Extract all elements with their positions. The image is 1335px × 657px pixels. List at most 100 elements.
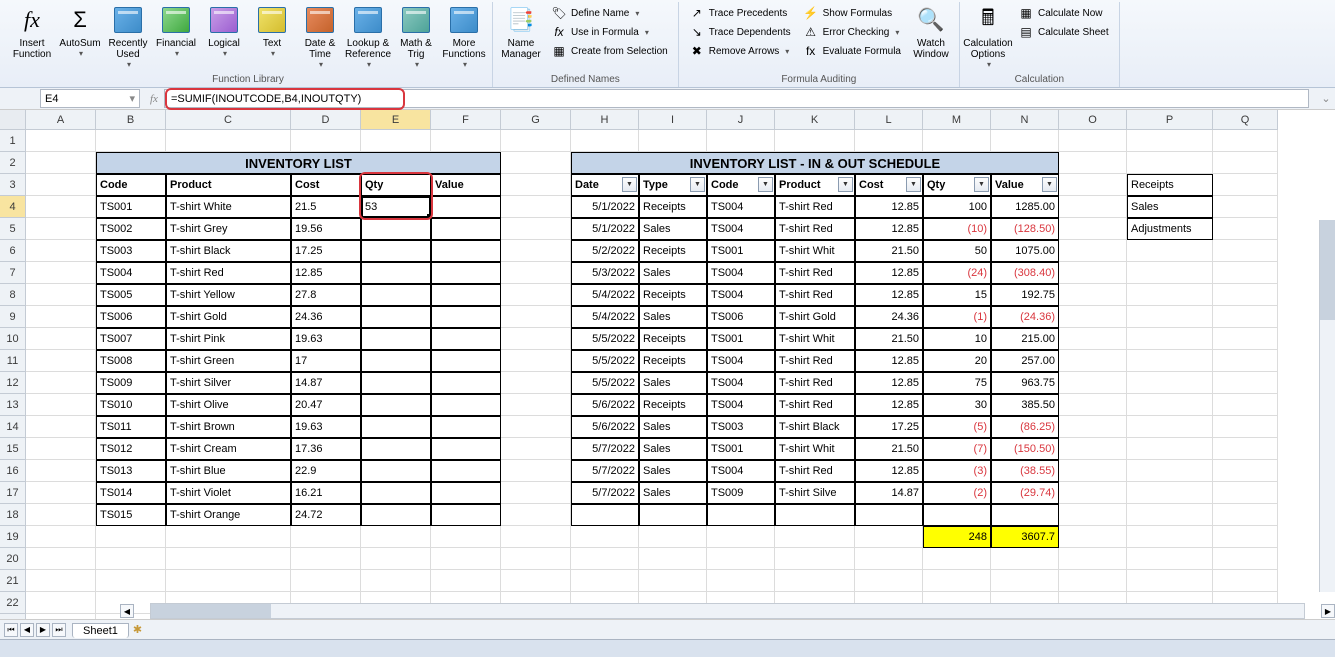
- tab-last-button[interactable]: ⏭: [52, 623, 66, 637]
- cell[interactable]: TS014: [96, 482, 166, 504]
- col-header-Q[interactable]: Q: [1213, 110, 1278, 130]
- cell[interactable]: 12.85: [855, 262, 923, 284]
- math-trig-button[interactable]: Math & Trig: [392, 2, 440, 71]
- cell[interactable]: [291, 130, 361, 152]
- cell[interactable]: [707, 570, 775, 592]
- cell[interactable]: [991, 504, 1059, 526]
- tab-prev-button[interactable]: ◀: [20, 623, 34, 637]
- cell[interactable]: 19.63: [291, 328, 361, 350]
- cell[interactable]: TS005: [96, 284, 166, 306]
- cell[interactable]: (38.55): [991, 460, 1059, 482]
- cell[interactable]: 12.85: [855, 196, 923, 218]
- hscroll-thumb[interactable]: [151, 604, 271, 618]
- cell[interactable]: (3): [923, 460, 991, 482]
- cell[interactable]: 12.85: [855, 372, 923, 394]
- cell[interactable]: TS001: [707, 240, 775, 262]
- cell[interactable]: 12.85: [855, 350, 923, 372]
- cell[interactable]: [1059, 174, 1127, 196]
- cell[interactable]: 15: [923, 284, 991, 306]
- cell[interactable]: [501, 328, 571, 350]
- cell[interactable]: [96, 570, 166, 592]
- cell[interactable]: T-shirt Whit: [775, 438, 855, 460]
- cell[interactable]: [361, 570, 431, 592]
- cell[interactable]: [639, 504, 707, 526]
- cell[interactable]: Sales: [639, 416, 707, 438]
- cell[interactable]: [361, 328, 431, 350]
- row-header-22[interactable]: 22: [0, 592, 26, 614]
- cell[interactable]: [291, 548, 361, 570]
- cell[interactable]: TS006: [707, 306, 775, 328]
- cell[interactable]: 963.75: [991, 372, 1059, 394]
- cell[interactable]: 17.25: [855, 416, 923, 438]
- cell[interactable]: TS004: [707, 394, 775, 416]
- cell[interactable]: 100: [923, 196, 991, 218]
- cell[interactable]: (86.25): [991, 416, 1059, 438]
- cell[interactable]: T-shirt Black: [775, 416, 855, 438]
- use-in-formula-button[interactable]: fxUse in Formula: [547, 23, 672, 41]
- cell[interactable]: [1213, 438, 1278, 460]
- cell[interactable]: 5/6/2022: [571, 394, 639, 416]
- cell[interactable]: [639, 570, 707, 592]
- cell[interactable]: [1059, 328, 1127, 350]
- cell[interactable]: TS007: [96, 328, 166, 350]
- filter-button[interactable]: ▼: [974, 177, 989, 192]
- cell[interactable]: T-shirt Red: [775, 196, 855, 218]
- cell[interactable]: [1127, 526, 1213, 548]
- define-name-button[interactable]: 🏷Define Name: [547, 4, 672, 22]
- cell[interactable]: [1213, 262, 1278, 284]
- col-header-J[interactable]: J: [707, 110, 775, 130]
- cell[interactable]: [1059, 570, 1127, 592]
- cell[interactable]: [1127, 460, 1213, 482]
- cell[interactable]: [1059, 460, 1127, 482]
- cell[interactable]: [361, 394, 431, 416]
- cell[interactable]: TS001: [707, 328, 775, 350]
- row-header-9[interactable]: 9: [0, 306, 26, 328]
- cell[interactable]: [1059, 240, 1127, 262]
- cell[interactable]: T-shirt Silve: [775, 482, 855, 504]
- cell[interactable]: (24): [923, 262, 991, 284]
- cell[interactable]: [1213, 152, 1278, 174]
- cell[interactable]: [1059, 526, 1127, 548]
- cell[interactable]: [431, 130, 501, 152]
- cell[interactable]: [1059, 262, 1127, 284]
- col-header-F[interactable]: F: [431, 110, 501, 130]
- cell[interactable]: [1059, 306, 1127, 328]
- cell[interactable]: [431, 482, 501, 504]
- cell[interactable]: Receipts: [639, 350, 707, 372]
- cell[interactable]: (150.50): [991, 438, 1059, 460]
- cell[interactable]: [923, 570, 991, 592]
- cell[interactable]: T-shirt Black: [166, 240, 291, 262]
- cell[interactable]: [26, 218, 96, 240]
- name-box[interactable]: E4 ▾: [40, 89, 140, 108]
- cell[interactable]: [1213, 504, 1278, 526]
- cell[interactable]: [26, 394, 96, 416]
- cell[interactable]: Sales: [639, 372, 707, 394]
- cell[interactable]: TS008: [96, 350, 166, 372]
- cell[interactable]: [855, 130, 923, 152]
- cell[interactable]: [361, 262, 431, 284]
- cell[interactable]: [1127, 262, 1213, 284]
- cell[interactable]: 21.50: [855, 438, 923, 460]
- cell[interactable]: [291, 570, 361, 592]
- col-header-C[interactable]: C: [166, 110, 291, 130]
- col-header-O[interactable]: O: [1059, 110, 1127, 130]
- cell[interactable]: 17.25: [291, 240, 361, 262]
- cell[interactable]: 5/7/2022: [571, 460, 639, 482]
- cell[interactable]: TS001: [96, 196, 166, 218]
- cell[interactable]: T-shirt Red: [775, 284, 855, 306]
- row-header-3[interactable]: 3: [0, 174, 26, 196]
- cell[interactable]: [855, 504, 923, 526]
- cell[interactable]: [1059, 372, 1127, 394]
- cell[interactable]: TS002: [96, 218, 166, 240]
- cell[interactable]: 5/5/2022: [571, 372, 639, 394]
- row-header-10[interactable]: 10: [0, 328, 26, 350]
- cell[interactable]: 10: [923, 328, 991, 350]
- cell[interactable]: [991, 548, 1059, 570]
- cell[interactable]: [1213, 548, 1278, 570]
- cell[interactable]: [361, 416, 431, 438]
- row-header-13[interactable]: 13: [0, 394, 26, 416]
- cell[interactable]: [1213, 174, 1278, 196]
- cell[interactable]: [775, 526, 855, 548]
- cell[interactable]: T-shirt Whit: [775, 240, 855, 262]
- cell[interactable]: [431, 240, 501, 262]
